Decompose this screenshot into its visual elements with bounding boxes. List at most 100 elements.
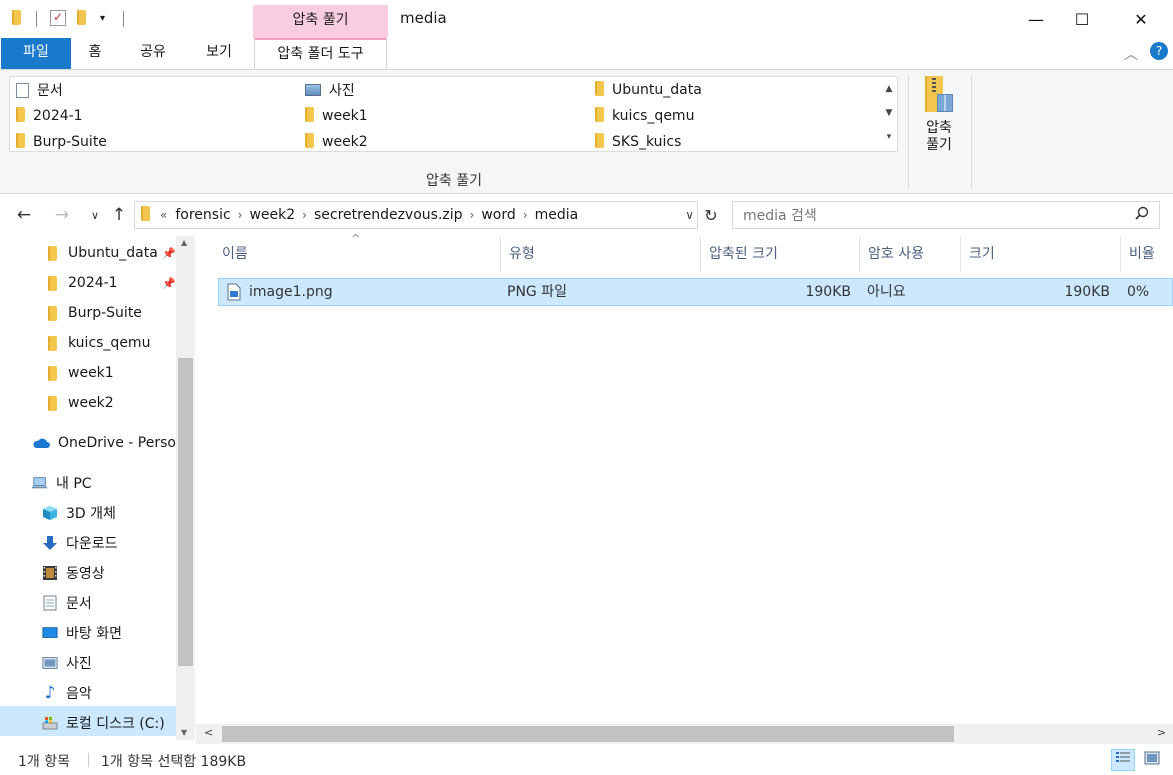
pictures-icon: [305, 84, 321, 96]
folder-icon: [44, 335, 60, 351]
up-button[interactable]: ↑: [108, 204, 130, 226]
title-bar: ✓ ▾ 압축 풀기 media — ☐ ✕: [0, 0, 1173, 38]
arrow-up-icon: ↑: [111, 205, 127, 225]
recent-locations-button[interactable]: ∨: [84, 204, 106, 226]
sidebar-item-label: 3D 개체: [66, 506, 116, 522]
tab-share[interactable]: 공유: [130, 38, 176, 69]
sidebar-item-ubuntu-data[interactable]: Ubuntu_data 📌: [44, 239, 176, 267]
extract-to-label: Burp-Suite: [33, 134, 107, 150]
breadcrumb-item[interactable]: media: [535, 207, 579, 223]
sidebar-item-desktop[interactable]: 바탕 화면: [42, 619, 176, 647]
close-button[interactable]: ✕: [1118, 0, 1164, 38]
scroll-left-icon[interactable]: <: [204, 726, 213, 739]
sidebar-item-2024-1[interactable]: 2024-1 📌: [44, 269, 176, 297]
extract-to-label: week2: [322, 134, 368, 150]
sidebar-item-burp-suite[interactable]: Burp-Suite: [44, 299, 176, 327]
tab-home[interactable]: 홈: [80, 38, 110, 69]
contextual-tab-header: 압축 풀기: [253, 5, 388, 38]
sidebar-item-this-pc[interactable]: 내 PC: [32, 469, 176, 497]
extract-to-item[interactable]: 2024-1: [16, 105, 83, 127]
scroll-down-icon[interactable]: ▼: [181, 728, 187, 737]
extract-to-item[interactable]: 문서: [16, 79, 63, 101]
tab-view[interactable]: 보기: [196, 38, 242, 69]
gallery-more-icon[interactable]: ▾: [881, 125, 897, 149]
column-header-compressed-size[interactable]: 압축된 크기: [701, 236, 860, 272]
chevron-right-icon[interactable]: ›: [523, 208, 528, 222]
extract-to-label: kuics_qemu: [612, 108, 695, 124]
forward-button[interactable]: →: [51, 204, 73, 226]
overflow-icon[interactable]: «: [160, 208, 167, 222]
column-header-password[interactable]: 암호 사용: [860, 236, 961, 272]
gallery-up-icon[interactable]: ▲: [881, 77, 897, 101]
folder-icon: [305, 106, 314, 126]
chevron-right-icon[interactable]: ›: [238, 208, 243, 222]
file-ratio: 0%: [1127, 284, 1150, 300]
folder-icon: [595, 80, 604, 100]
minimize-button[interactable]: —: [1013, 0, 1059, 38]
search-placeholder: media 검색: [743, 208, 817, 224]
computer-icon: [32, 475, 48, 491]
sidebar-item-label: 사진: [66, 656, 92, 672]
breadcrumb-item[interactable]: secretrendezvous.zip: [314, 207, 463, 223]
sidebar-item-documents[interactable]: 문서: [42, 589, 176, 617]
sidebar-scroll-thumb[interactable]: [178, 358, 193, 666]
properties-icon[interactable]: ✓: [50, 10, 66, 26]
details-view-icon: [1115, 751, 1131, 769]
music-icon: ♪: [44, 683, 56, 703]
breadcrumb-item[interactable]: word: [481, 207, 515, 223]
breadcrumb-item[interactable]: week2: [249, 207, 295, 223]
extract-to-item[interactable]: kuics_qemu: [595, 105, 694, 127]
local-disk-icon: [42, 715, 58, 731]
download-icon: [42, 535, 58, 551]
column-header-type[interactable]: 유형: [501, 236, 701, 272]
selection-info: 1개 항목 선택함 189KB: [101, 754, 247, 770]
new-folder-icon[interactable]: [77, 10, 93, 26]
sidebar-item-videos[interactable]: 동영상: [42, 559, 176, 587]
scroll-up-icon[interactable]: ▲: [181, 238, 187, 247]
column-header-name[interactable]: 이름: [214, 236, 501, 272]
collapse-ribbon-icon[interactable]: ︿: [1124, 44, 1138, 64]
sidebar-item-3d-objects[interactable]: 3D 개체: [42, 499, 176, 527]
maximize-button[interactable]: ☐: [1059, 0, 1105, 38]
breadcrumb-item[interactable]: forensic: [175, 207, 230, 223]
customize-quick-access-icon[interactable]: ▾: [100, 10, 116, 26]
sidebar-item-downloads[interactable]: 다운로드: [42, 529, 176, 557]
extract-to-item[interactable]: Burp-Suite: [16, 131, 107, 153]
sidebar-item-onedrive[interactable]: OneDrive - Personal: [32, 429, 176, 457]
extract-to-item[interactable]: 사진: [305, 79, 355, 101]
chevron-right-icon[interactable]: ›: [470, 208, 475, 222]
gallery-down-icon[interactable]: ▼: [881, 101, 897, 125]
chevron-down-icon[interactable]: ∨: [685, 208, 694, 222]
search-input[interactable]: media 검색: [732, 201, 1160, 229]
sidebar-item-music[interactable]: ♪ 음악: [42, 679, 176, 707]
extract-to-label: week1: [322, 108, 368, 124]
details-view-button[interactable]: [1111, 749, 1135, 771]
sidebar-item-week1[interactable]: week1: [44, 359, 176, 387]
refresh-button[interactable]: ↻: [700, 204, 722, 226]
extract-all-button[interactable]: 압축 풀기: [915, 76, 963, 162]
folder-icon: [44, 305, 60, 321]
extract-to-item[interactable]: week2: [305, 131, 368, 153]
sidebar-item-pictures[interactable]: 사진: [42, 649, 176, 677]
address-bar[interactable]: « forensic › week2 › secretrendezvous.zi…: [134, 201, 698, 229]
sidebar-item-kuics-qemu[interactable]: kuics_qemu: [44, 329, 176, 357]
chevron-right-icon[interactable]: ›: [302, 208, 307, 222]
extract-to-item[interactable]: Ubuntu_data: [595, 79, 702, 101]
table-row[interactable]: image1.png PNG 파일 190KB 아니요 190KB 0%: [218, 278, 1173, 306]
scroll-right-icon[interactable]: >: [1157, 726, 1166, 739]
item-count: 1개 항목: [18, 754, 70, 770]
extract-to-item[interactable]: SKS_kuics: [595, 131, 681, 153]
back-button[interactable]: ←: [13, 204, 35, 226]
horizontal-scroll-thumb[interactable]: [222, 726, 954, 742]
tab-compressed-folder-tools[interactable]: 압축 폴더 도구: [254, 38, 387, 70]
sidebar-item-local-disk[interactable]: 로컬 디스크 (C:): [42, 709, 176, 737]
extract-to-item[interactable]: week1: [305, 105, 368, 127]
large-icons-view-button[interactable]: [1140, 749, 1164, 771]
folder-icon: [141, 205, 150, 225]
sidebar-item-week2[interactable]: week2: [44, 389, 176, 417]
folder-icon: [44, 275, 60, 291]
tab-file[interactable]: 파일: [1, 38, 71, 69]
column-header-ratio[interactable]: 비율: [1121, 236, 1173, 272]
column-header-size[interactable]: 크기: [961, 236, 1121, 272]
help-icon[interactable]: ?: [1150, 42, 1168, 60]
